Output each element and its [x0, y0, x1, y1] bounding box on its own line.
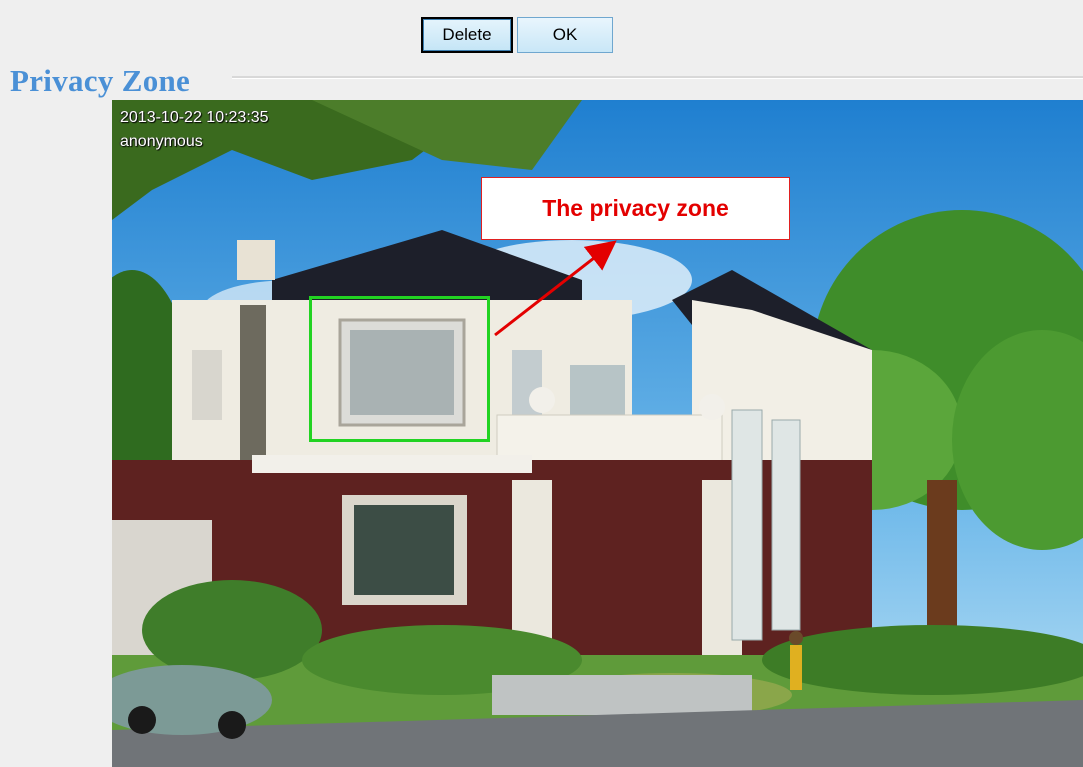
privacy-zone-callout: The privacy zone: [481, 177, 790, 240]
ok-button[interactable]: OK: [517, 17, 613, 53]
title-divider: [232, 76, 1083, 79]
privacy-zone-rectangle[interactable]: [309, 296, 490, 442]
camera-timestamp: 2013-10-22 10:23:35: [120, 109, 269, 126]
toolbar: Delete OK: [0, 0, 1083, 66]
camera-user-label: anonymous: [120, 133, 203, 150]
delete-button[interactable]: Delete: [421, 17, 513, 53]
section-title: Privacy Zone: [10, 63, 191, 98]
